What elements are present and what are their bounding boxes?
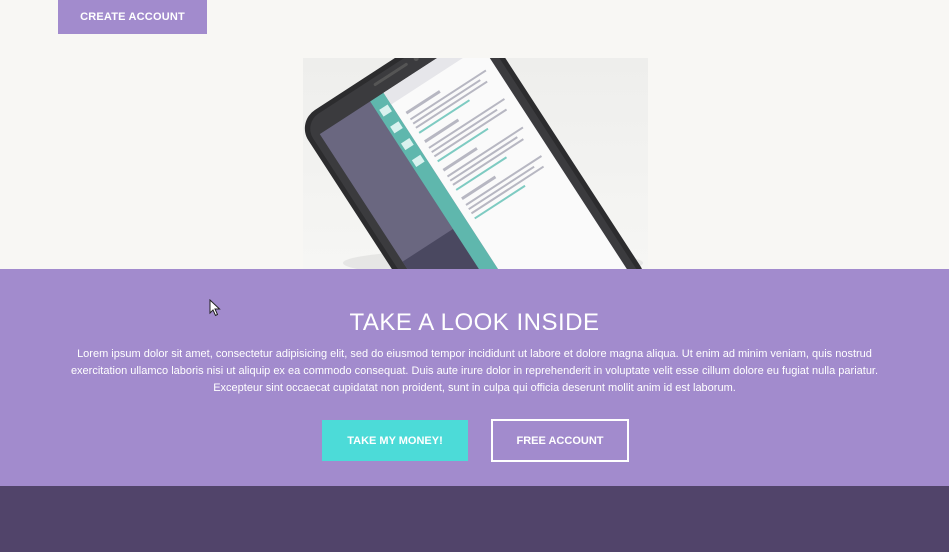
cta-description: Lorem ipsum dolor sit amet, consectetur … xyxy=(70,348,879,394)
mouse-pointer-icon xyxy=(209,299,221,317)
phone-mockup-image xyxy=(303,58,648,269)
take-my-money-button[interactable]: TAKE MY MONEY! xyxy=(322,420,468,461)
free-account-button[interactable]: FREE ACCOUNT xyxy=(491,419,629,462)
create-account-button[interactable]: CREATE ACCOUNT xyxy=(58,0,207,34)
phone-app-mockup-icon xyxy=(304,58,644,269)
cta-title: TAKE A LOOK INSIDE xyxy=(349,309,600,336)
cta-section: TAKE A LOOK INSIDE Lorem ipsum dolor sit… xyxy=(0,269,949,486)
footer-section xyxy=(0,486,949,552)
top-section: CREATE ACCOUNT xyxy=(0,0,949,269)
